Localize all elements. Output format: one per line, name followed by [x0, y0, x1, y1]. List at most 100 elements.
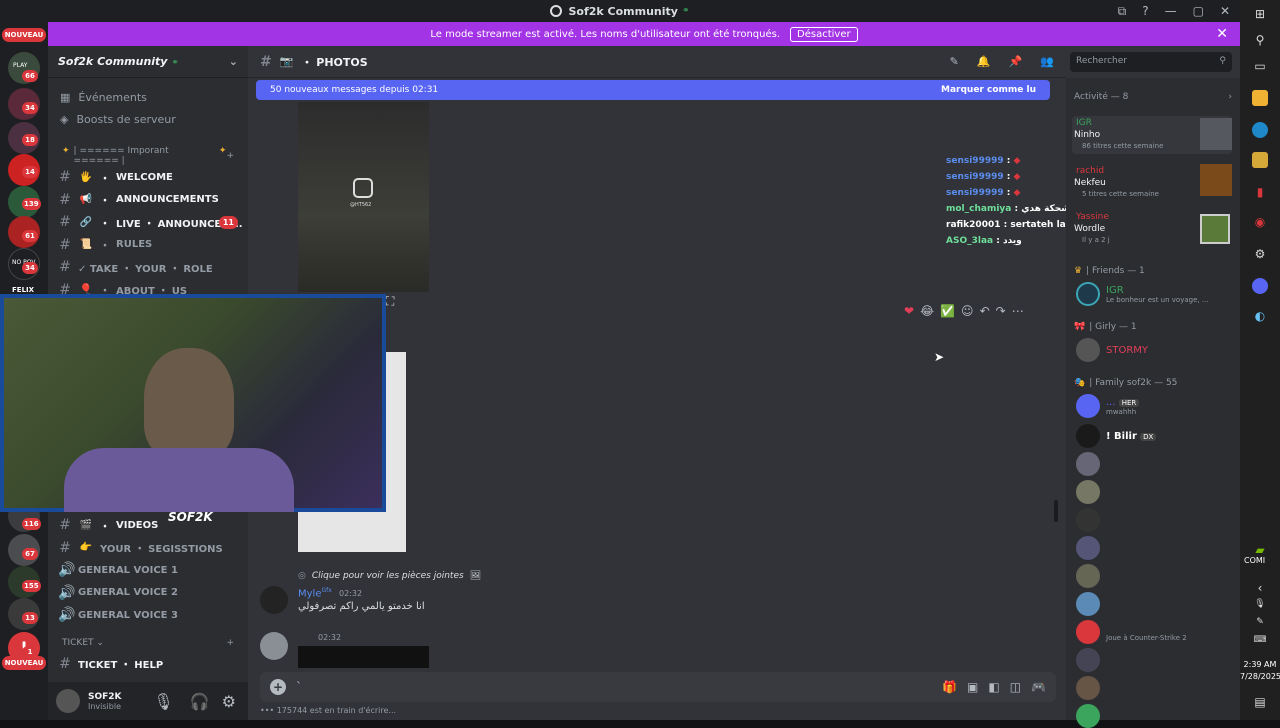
emoji-icon[interactable]: ☺	[961, 304, 974, 318]
clock-time[interactable]: 2:39 AM	[1240, 660, 1280, 669]
inbox-icon[interactable]: ⧉	[1118, 4, 1127, 19]
gif-icon[interactable]: ▣	[967, 680, 978, 694]
image-attachment[interactable]: @HT562	[298, 102, 429, 292]
channel-ticket-help[interactable]: # TICKET ・ HELP	[48, 653, 248, 676]
search-input[interactable]: Rechercher ⚲	[1070, 52, 1232, 72]
channel-welcome[interactable]: # 🖐 ・ WELCOME	[48, 166, 248, 189]
activity-card[interactable]: rachid Nekfeu 5 titres cette semaine	[1072, 164, 1232, 202]
app-icon[interactable]: ◉	[1252, 214, 1268, 230]
controller-icon[interactable]: 🎮	[1031, 680, 1046, 694]
add-channel-icon[interactable]: +	[226, 638, 234, 648]
voice-channel-2[interactable]: 🔊 GENERAL VOICE 2	[48, 582, 248, 605]
channel-take-role[interactable]: # ✓ TAKE ・ YOUR ・ ROLE	[48, 256, 248, 279]
member-item[interactable]	[1076, 480, 1100, 504]
channel-rules[interactable]: # 📜 ・ RULES	[48, 234, 248, 257]
expand-icon[interactable]: ⛶	[386, 294, 394, 309]
message-input[interactable]: `	[296, 680, 932, 694]
events-link[interactable]: ▦ Événements	[48, 86, 248, 108]
member-item[interactable]: IGR Le bonheur est un voyage, ...	[1076, 282, 1209, 306]
pen-icon[interactable]: ✎	[1252, 614, 1268, 630]
gift-icon[interactable]: 🎁	[942, 680, 957, 694]
clock-date[interactable]: 7/28/2025	[1240, 672, 1280, 681]
member-item[interactable]	[1076, 452, 1100, 476]
folder-icon[interactable]	[1252, 152, 1268, 168]
avatar	[1076, 394, 1100, 418]
image-attachment[interactable]	[298, 646, 429, 668]
message-author[interactable]: Myle	[298, 588, 321, 599]
reply-icon[interactable]: ↶	[980, 304, 990, 318]
channel-suggestions[interactable]: # 👉 YOUR ・ SEGISSTIONS	[48, 537, 248, 560]
steam-icon[interactable]: ◐	[1252, 308, 1268, 324]
avatar	[1076, 452, 1100, 476]
scrollbar-thumb[interactable]	[1054, 500, 1058, 522]
close-button[interactable]: ✕	[1220, 4, 1230, 18]
server-header[interactable]: Sof2k Community ⚭ ⌄	[48, 46, 248, 78]
close-icon[interactable]: ✕	[1216, 26, 1228, 42]
chevron-left-icon[interactable]: ‹	[1252, 580, 1268, 596]
category-ticket[interactable]: TICKET ⌄ +	[48, 633, 248, 653]
members-icon[interactable]: 👥	[1040, 55, 1054, 68]
discord-icon[interactable]	[1252, 278, 1268, 294]
voice-channel-1[interactable]: 🔊 GENERAL VOICE 1	[48, 559, 248, 582]
add-attachment-icon[interactable]: +	[270, 679, 286, 695]
mic-tray-icon[interactable]: 🎙	[1252, 596, 1268, 612]
gear-icon[interactable]: ⚙	[222, 692, 236, 711]
forward-icon[interactable]: ↷	[996, 304, 1006, 318]
new-messages-bar[interactable]: 50 nouveaux messages depuis 02:31 Marque…	[256, 80, 1050, 100]
disable-streamer-button[interactable]: Désactiver	[790, 26, 858, 42]
chevron-down-icon[interactable]: ⌄	[229, 55, 238, 68]
channel-live-announcements[interactable]: # 🔗 ・ LIVE ・ ANNOUNCEM... 11	[48, 211, 248, 234]
store-icon[interactable]	[1252, 90, 1268, 106]
member-item[interactable]	[1076, 508, 1100, 532]
attachment-reply[interactable]: ◎ Clique pour voir les pièces jointes 🖼	[298, 571, 481, 581]
member-item[interactable]: Joue à Counter-Strike 2	[1076, 620, 1187, 644]
apps-icon[interactable]: ◫	[1010, 680, 1021, 694]
help-icon[interactable]: ?	[1142, 4, 1148, 18]
member-item[interactable]	[1076, 648, 1100, 672]
activity-card[interactable]: Yassine Wordle Il y a 2 j	[1072, 210, 1232, 248]
edge-icon[interactable]	[1252, 122, 1268, 138]
activity-header[interactable]: Activité — 8 ›	[1074, 92, 1232, 102]
boosts-link[interactable]: ◈ Boosts de serveur	[48, 108, 248, 130]
task-view-icon[interactable]: ▭	[1252, 58, 1268, 74]
threads-icon[interactable]: ✎	[950, 55, 959, 68]
notification-icon[interactable]: ▤	[1252, 694, 1268, 710]
member-item[interactable]	[1076, 704, 1100, 728]
minimize-button[interactable]: —	[1165, 4, 1177, 18]
voice-channel-3[interactable]: 🔊 GENERAL VOICE 3	[48, 604, 248, 627]
bell-icon[interactable]: 🔔	[977, 55, 991, 68]
category-important[interactable]: ✦ | ====== Imporant ====== | ✦ +	[48, 146, 248, 166]
search-icon[interactable]: ⚲	[1252, 32, 1268, 48]
server-label[interactable]: FELIX	[12, 286, 34, 294]
avatar[interactable]	[56, 689, 80, 713]
add-channel-icon[interactable]: +	[226, 151, 234, 161]
member-item[interactable]	[1076, 592, 1100, 616]
member-item[interactable]: STORMY	[1076, 338, 1148, 362]
app-icon[interactable]: ▮	[1252, 184, 1268, 200]
gear-icon[interactable]: ⚙	[1252, 246, 1268, 262]
headphones-icon[interactable]: 🎧	[190, 692, 210, 711]
laugh-icon[interactable]: 😂	[920, 304, 934, 318]
member-item[interactable]: ... HER mwahhh	[1076, 394, 1140, 418]
avatar[interactable]	[260, 586, 288, 614]
pin-icon[interactable]: 📌	[1009, 55, 1023, 68]
activity-card[interactable]: IGR Ninho 86 titres cette semaine	[1072, 116, 1232, 154]
check-icon[interactable]: ✅	[940, 304, 955, 318]
keyboard-icon[interactable]: ⌨	[1252, 632, 1268, 648]
member-item[interactable]	[1076, 564, 1100, 588]
more-icon[interactable]: ⋯	[1012, 304, 1024, 318]
maximize-button[interactable]: ▢	[1193, 4, 1204, 18]
channel-name: GENERAL VOICE 1	[78, 564, 178, 576]
channel-videos[interactable]: # 🎬 ・ VIDEOS	[48, 514, 248, 537]
microphone-icon[interactable]: 🎙	[153, 692, 173, 711]
avatar[interactable]	[260, 632, 288, 660]
member-item[interactable]	[1076, 676, 1100, 700]
mark-read-button[interactable]: Marquer comme lu	[941, 85, 1036, 95]
member-item[interactable]: ! Bilir DX	[1076, 424, 1157, 448]
channel-announcements[interactable]: # 📢 ・ ANNOUNCEMENTS	[48, 189, 248, 212]
heart-icon[interactable]: ❤	[904, 304, 914, 318]
windows-start-icon[interactable]: ⊞	[1252, 6, 1268, 22]
member-item[interactable]	[1076, 536, 1100, 560]
sticker-icon[interactable]: ◧	[988, 680, 999, 694]
message-composer[interactable]: + ` 🎁 ▣ ◧ ◫ 🎮	[260, 672, 1056, 702]
